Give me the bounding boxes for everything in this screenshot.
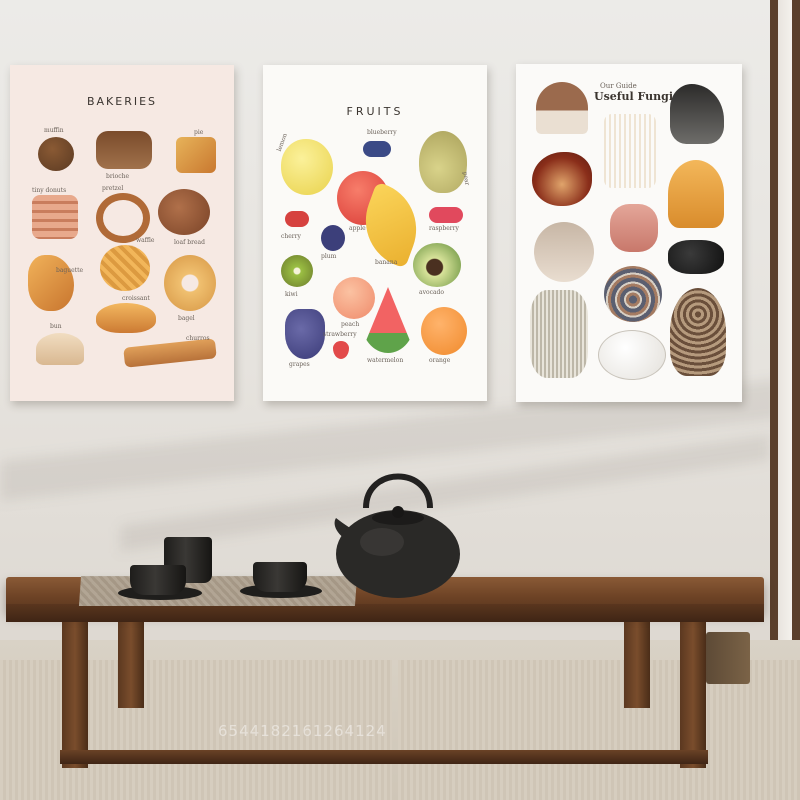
tea-cup [130, 565, 186, 595]
window-frame [770, 0, 800, 660]
table-rail [60, 750, 708, 764]
bun-illustration [36, 333, 84, 365]
turkey-tail-illustration [604, 266, 662, 322]
enoki-illustration [604, 114, 656, 188]
avocado-illustration [413, 243, 461, 287]
watermark: 6544182161264124 [218, 722, 387, 740]
poster-label: kiwi [285, 291, 298, 298]
floor-box [706, 632, 750, 684]
plum-illustration [321, 225, 345, 251]
mushroom-illustration [536, 82, 588, 134]
poster-label: churros [186, 335, 210, 342]
teapot-knob [392, 506, 404, 518]
poster-label: strawberry [323, 331, 357, 338]
muffin-illustration [38, 137, 74, 171]
pear-illustration [419, 131, 467, 193]
lemon-illustration [281, 139, 333, 195]
grapes-illustration [285, 309, 325, 359]
cherry-illustration [285, 211, 309, 227]
black-trumpet-illustration [670, 84, 724, 144]
pink-oyster-illustration [610, 204, 658, 252]
bread-stack-illustration [32, 195, 78, 239]
truffle-illustration [668, 240, 724, 274]
strawberry-illustration [333, 341, 349, 359]
poster-label: loaf bread [174, 239, 205, 246]
pretzel-illustration [96, 193, 150, 243]
room-scene: BAKERIES muffin brioche pie tiny donuts … [0, 0, 800, 800]
blueberry-illustration [363, 141, 391, 157]
poster-label: orange [429, 357, 451, 364]
chanterelle-illustration [668, 160, 724, 228]
poster-label: pear [461, 171, 471, 186]
croissant-illustration [28, 255, 74, 311]
waffle-illustration [100, 245, 150, 291]
poster-label: muffin [44, 127, 64, 134]
poster-label: avocado [419, 289, 444, 296]
teapot [334, 473, 460, 598]
poster-label: pretzel [102, 185, 124, 192]
lions-mane-illustration [530, 290, 588, 378]
raspberry-illustration [429, 207, 463, 223]
poster-label: waffle [136, 237, 155, 244]
orange-illustration [421, 307, 467, 355]
poster-fungi: Our Guide Useful Fungi [516, 64, 742, 402]
loaf-illustration [158, 189, 210, 235]
poster-label: peach [341, 321, 360, 328]
poster-label: raspberry [429, 225, 459, 232]
teapot-handle [363, 473, 433, 509]
poster-title: FRUITS [346, 105, 404, 118]
bread-illustration [96, 131, 152, 169]
poster-label: cherry [281, 233, 301, 240]
puffball-illustration [598, 330, 666, 380]
poster-title: BAKERIES [86, 95, 158, 108]
table-edge [6, 604, 764, 622]
kiwi-illustration [281, 255, 313, 287]
table-leg [118, 618, 144, 708]
poster-label: brioche [106, 173, 130, 180]
poster-label: banana [375, 259, 398, 266]
table-leg [624, 618, 650, 708]
churros-illustration [123, 338, 217, 368]
poster-label: watermelon [367, 357, 404, 364]
poster-label: plum [321, 253, 337, 260]
poster-subtitle: Our Guide [600, 82, 637, 90]
poster-label: pie [194, 129, 204, 136]
poster-bakeries: BAKERIES muffin brioche pie tiny donuts … [10, 65, 234, 401]
poster-title: Useful Fungi [594, 90, 674, 103]
croissant-illustration [96, 303, 156, 333]
pie-illustration [176, 137, 216, 173]
poster-label: tiny donuts [32, 187, 67, 194]
reishi-illustration [532, 152, 592, 206]
table-leg [680, 618, 706, 768]
poster-label: apple [349, 225, 366, 232]
poster-label: bagel [178, 315, 195, 322]
bagel-illustration [164, 255, 216, 311]
oyster-illustration [534, 222, 594, 282]
poster-label: croissant [122, 295, 150, 302]
poster-label: baguette [56, 267, 84, 274]
tea-cup [253, 562, 307, 592]
poster-label: grapes [289, 361, 310, 368]
table-leg [62, 618, 88, 768]
poster-label: bun [50, 323, 62, 330]
poster-label: blueberry [367, 129, 397, 136]
poster-fruits: FRUITS lemon blueberry pear cherry apple… [263, 65, 487, 401]
peach-illustration [333, 277, 375, 319]
morel-illustration [670, 288, 726, 376]
